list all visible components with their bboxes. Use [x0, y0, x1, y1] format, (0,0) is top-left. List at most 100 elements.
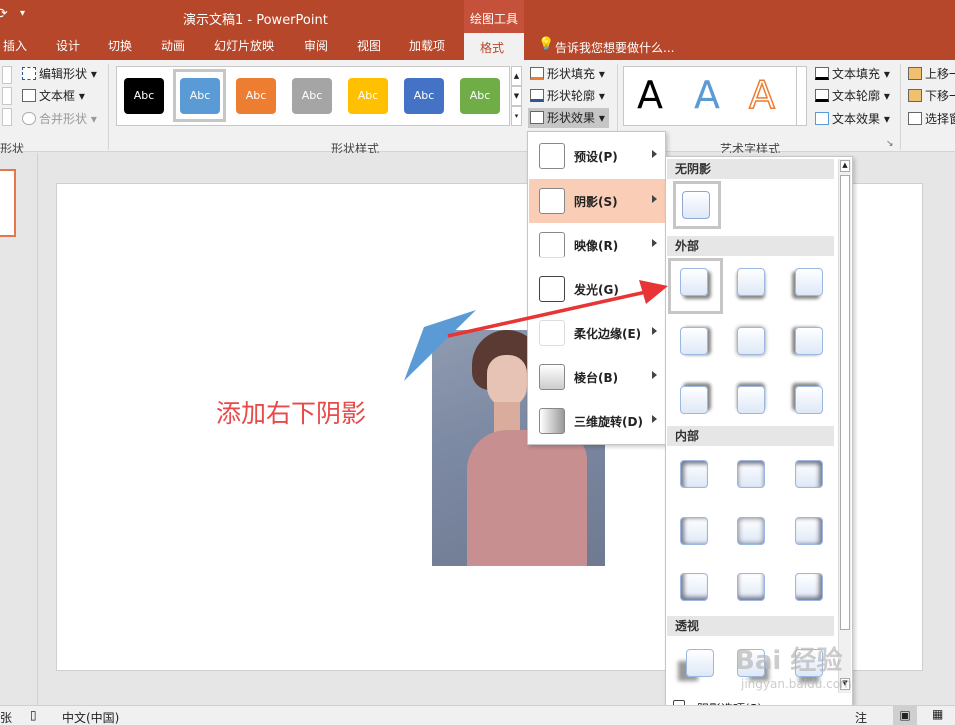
gallery-scrollbar[interactable]: ▲ ▼ — [838, 159, 851, 693]
text-box-button[interactable]: 文本框 ▾ — [22, 86, 85, 106]
scroll-thumb[interactable] — [840, 175, 850, 630]
slide-sorter-icon[interactable]: ▦ — [932, 707, 943, 721]
dialog-launcher-icon[interactable]: ↘ — [886, 139, 894, 149]
shadow-outer-bottom-left[interactable] — [795, 268, 823, 296]
shape-outline-button[interactable]: 形状轮廓 ▾ — [530, 86, 605, 106]
shapes-scroll-more[interactable] — [2, 108, 12, 126]
tab-animations[interactable]: 动画 — [161, 33, 185, 60]
contextual-group-label: 绘图工具 — [470, 12, 519, 26]
text-outline-button[interactable]: 文本轮廓 ▾ — [815, 86, 890, 106]
style-swatch-label: Abc — [189, 89, 211, 102]
tell-me-box[interactable]: 告诉我您想要做什么... — [555, 39, 674, 56]
shapes-scroll-up[interactable] — [2, 66, 12, 84]
ribbon-separator — [900, 64, 901, 150]
baidu-watermark: Bai 经验 jingyan.baidu.com — [735, 640, 852, 691]
style-swatch-green[interactable]: Abc — [460, 78, 500, 114]
red-arrow-annotation — [447, 280, 668, 338]
ribbon-tabs: 插入 设计 切换 动画 幻灯片放映 审阅 视图 加载项 格式 💡 告诉我您想要做… — [0, 33, 955, 60]
send-backward-button[interactable]: 下移一 — [908, 86, 955, 106]
shadow-outer-bottom[interactable] — [737, 268, 765, 296]
wordart-blue[interactable]: A — [694, 73, 720, 117]
style-swatch-gray[interactable]: Abc — [292, 78, 332, 114]
tab-format[interactable]: 格式 — [464, 33, 524, 60]
text-fill-button[interactable]: 文本填充 ▾ — [815, 64, 890, 84]
text-fill-icon — [815, 67, 829, 80]
edit-shape-button[interactable]: 编辑形状 ▾ — [22, 64, 97, 84]
shadow-inner-top[interactable] — [737, 460, 765, 488]
wordart-scroll[interactable] — [796, 66, 807, 126]
menu-item-shadow[interactable]: 阴影(S) — [529, 179, 665, 223]
shadow-inner-right[interactable] — [795, 517, 823, 545]
tab-slideshow[interactable]: 幻灯片放映 — [214, 33, 274, 60]
quick-access-icon[interactable]: ⟳ — [0, 6, 8, 22]
tab-view[interactable]: 视图 — [357, 33, 381, 60]
shape-fill-button[interactable]: 形状填充 ▾ — [530, 64, 605, 84]
tab-addins[interactable]: 加载项 — [409, 33, 445, 60]
shadow-inner-bottom[interactable] — [737, 573, 765, 601]
gallery-more-button[interactable]: ▾ — [511, 106, 522, 126]
watermark-brand: Bai 经验 — [735, 646, 843, 676]
slide-caption[interactable]: 添加右下阴影 — [216, 394, 366, 430]
gallery-scroll-up[interactable]: ▲ — [511, 66, 522, 86]
tab-review[interactable]: 审阅 — [304, 33, 328, 60]
slide-thumbnail[interactable] — [0, 169, 16, 237]
shadow-outer-top-right[interactable] — [680, 386, 708, 414]
text-fill-label: 文本填充 — [832, 67, 881, 81]
preset-icon — [539, 143, 565, 169]
shadow-outer-center[interactable] — [737, 327, 765, 355]
edit-shape-icon — [22, 67, 36, 80]
selection-pane-label: 选择窗 — [925, 112, 955, 126]
text-effects-label: 文本效果 — [832, 112, 881, 126]
accessibility-icon[interactable]: ▯ — [30, 708, 37, 722]
shadow-icon — [539, 188, 565, 214]
shadow-outer-right[interactable] — [680, 327, 708, 355]
bring-forward-label: 上移一 — [925, 67, 955, 81]
menu-item-reflection[interactable]: 映像(R) — [529, 223, 665, 267]
notes-button[interactable]: 注 — [855, 709, 867, 725]
tab-design[interactable]: 设计 — [56, 33, 80, 60]
text-outline-icon — [815, 89, 829, 102]
merge-shapes-button[interactable]: 合并形状 ▾ — [22, 109, 97, 129]
style-swatch-darkblue[interactable]: Abc — [404, 78, 444, 114]
shadow-inner-center[interactable] — [737, 517, 765, 545]
menu-item-bevel[interactable]: 棱台(B) — [529, 355, 665, 399]
shape-effects-button[interactable]: 形状效果 ▾ — [528, 108, 609, 128]
shadow-outer-top[interactable] — [737, 386, 765, 414]
style-swatch-orange[interactable]: Abc — [236, 78, 276, 114]
bring-forward-button[interactable]: 上移一 — [908, 64, 955, 84]
selection-pane-button[interactable]: 选择窗 — [908, 109, 955, 129]
section-perspective: 透视 — [667, 616, 834, 636]
menu-item-preset[interactable]: 预设(P) — [529, 134, 665, 178]
shadow-inner-top-right[interactable] — [795, 460, 823, 488]
shadow-inner-left[interactable] — [680, 517, 708, 545]
shadow-inner-bottom-left[interactable] — [680, 573, 708, 601]
text-effects-button[interactable]: 文本效果 ▾ — [815, 109, 890, 129]
style-swatch-blue[interactable]: Abc — [180, 78, 220, 114]
scroll-up-arrow[interactable]: ▲ — [840, 160, 850, 172]
shadow-outer-left[interactable] — [795, 327, 823, 355]
tab-format-label: 格式 — [480, 41, 505, 55]
style-swatch-black[interactable]: Abc — [124, 78, 164, 114]
shadow-option-none[interactable] — [682, 191, 710, 219]
3d-rotation-icon — [539, 408, 565, 434]
menu-label: 棱台(B) — [574, 371, 619, 385]
shadow-outer-top-left[interactable] — [795, 386, 823, 414]
shadow-perspective-upper-left[interactable] — [686, 649, 714, 677]
shapes-scroll-down[interactable] — [2, 87, 12, 105]
menu-item-3d-rotation[interactable]: 三维旋转(D) — [529, 399, 665, 443]
tab-transitions[interactable]: 切换 — [108, 33, 132, 60]
shadow-outer-bottom-right[interactable] — [680, 268, 708, 296]
language-indicator[interactable]: 中文(中国) — [62, 709, 119, 725]
shadow-inner-bottom-right[interactable] — [795, 573, 823, 601]
normal-view-icon[interactable]: ▣ — [893, 706, 917, 725]
customize-toolbar-icon[interactable]: ▾ — [20, 8, 25, 19]
wordart-black[interactable]: A — [637, 73, 663, 117]
shape-fill-label: 形状填充 — [547, 67, 596, 81]
wordart-orange-outline[interactable]: A — [748, 72, 776, 118]
menu-label: 三维旋转(D) — [574, 415, 643, 429]
gallery-scroll-down[interactable]: ▼ — [511, 86, 522, 106]
tab-insert[interactable]: 插入 — [3, 33, 27, 60]
style-swatch-gold[interactable]: Abc — [348, 78, 388, 114]
shadow-inner-top-left[interactable] — [680, 460, 708, 488]
submenu-arrow-icon — [652, 150, 657, 158]
